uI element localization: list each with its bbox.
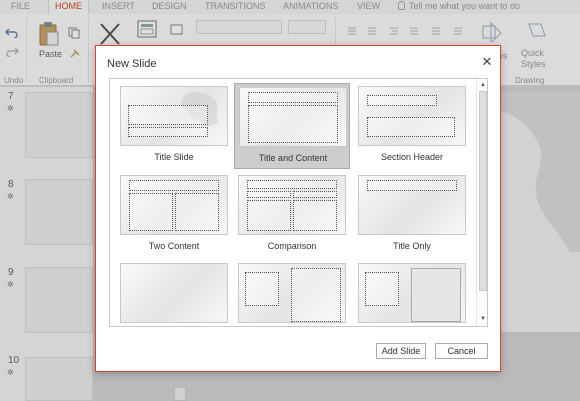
content-placeholder	[291, 268, 341, 322]
title-placeholder	[129, 180, 219, 191]
picture-placeholder	[411, 268, 461, 322]
title-placeholder	[248, 92, 338, 103]
layout-title-only[interactable]: Title Only	[354, 172, 470, 258]
layout-preview	[358, 175, 466, 235]
scroll-down-icon[interactable]: ▼	[478, 314, 487, 324]
layout-blank[interactable]	[116, 260, 232, 326]
close-icon[interactable]: ✕	[481, 55, 493, 69]
layout-preview	[120, 175, 228, 235]
right-content-placeholder	[293, 200, 337, 231]
title-placeholder	[128, 105, 208, 125]
layout-gallery: Title Slide Title and Content Section He…	[109, 78, 488, 327]
left-content-placeholder	[247, 200, 291, 231]
layout-section-header[interactable]: Section Header	[354, 83, 470, 169]
layout-title-slide[interactable]: Title Slide	[116, 83, 232, 169]
layout-name: Title and Content	[258, 153, 328, 163]
layout-name: Title Slide	[154, 152, 194, 162]
layout-preview	[238, 175, 346, 235]
right-content-placeholder	[175, 193, 219, 231]
layout-name: Section Header	[380, 152, 444, 162]
layout-title-and-content[interactable]: Title and Content	[234, 83, 350, 169]
layout-preview	[120, 263, 228, 323]
layout-preview	[358, 86, 466, 146]
scroll-thumb[interactable]	[479, 91, 487, 291]
new-slide-dialog: New Slide ✕ Title Slide Title and Conten…	[95, 45, 501, 372]
left-content-placeholder	[129, 193, 173, 231]
title-placeholder	[367, 95, 437, 106]
layout-name: Title Only	[393, 241, 431, 251]
scroll-up-icon[interactable]: ▲	[478, 80, 487, 90]
layout-name: Comparison	[267, 241, 317, 251]
gallery-scrollbar[interactable]: ▲ ▼	[476, 79, 487, 326]
title-placeholder	[367, 180, 457, 191]
layout-preview	[238, 263, 346, 323]
layout-name: Two Content	[148, 241, 200, 251]
text-placeholder	[367, 117, 455, 137]
caption-placeholder	[245, 272, 279, 306]
left-heading-placeholder	[247, 191, 291, 198]
layout-picture-with-caption[interactable]	[354, 260, 470, 326]
layout-two-content[interactable]: Two Content	[116, 172, 232, 258]
layout-preview	[120, 86, 228, 146]
title-placeholder	[247, 180, 337, 189]
layout-content-with-caption[interactable]	[234, 260, 350, 326]
layout-preview	[239, 87, 347, 147]
subtitle-placeholder	[128, 127, 208, 137]
add-slide-button[interactable]: Add Slide	[376, 343, 426, 359]
layout-preview	[358, 263, 466, 323]
dialog-title: New Slide	[107, 58, 157, 70]
right-heading-placeholder	[293, 191, 337, 198]
caption-placeholder	[365, 272, 399, 306]
cancel-button[interactable]: Cancel	[435, 343, 488, 359]
content-placeholder	[248, 105, 338, 143]
layout-comparison[interactable]: Comparison	[234, 172, 350, 258]
